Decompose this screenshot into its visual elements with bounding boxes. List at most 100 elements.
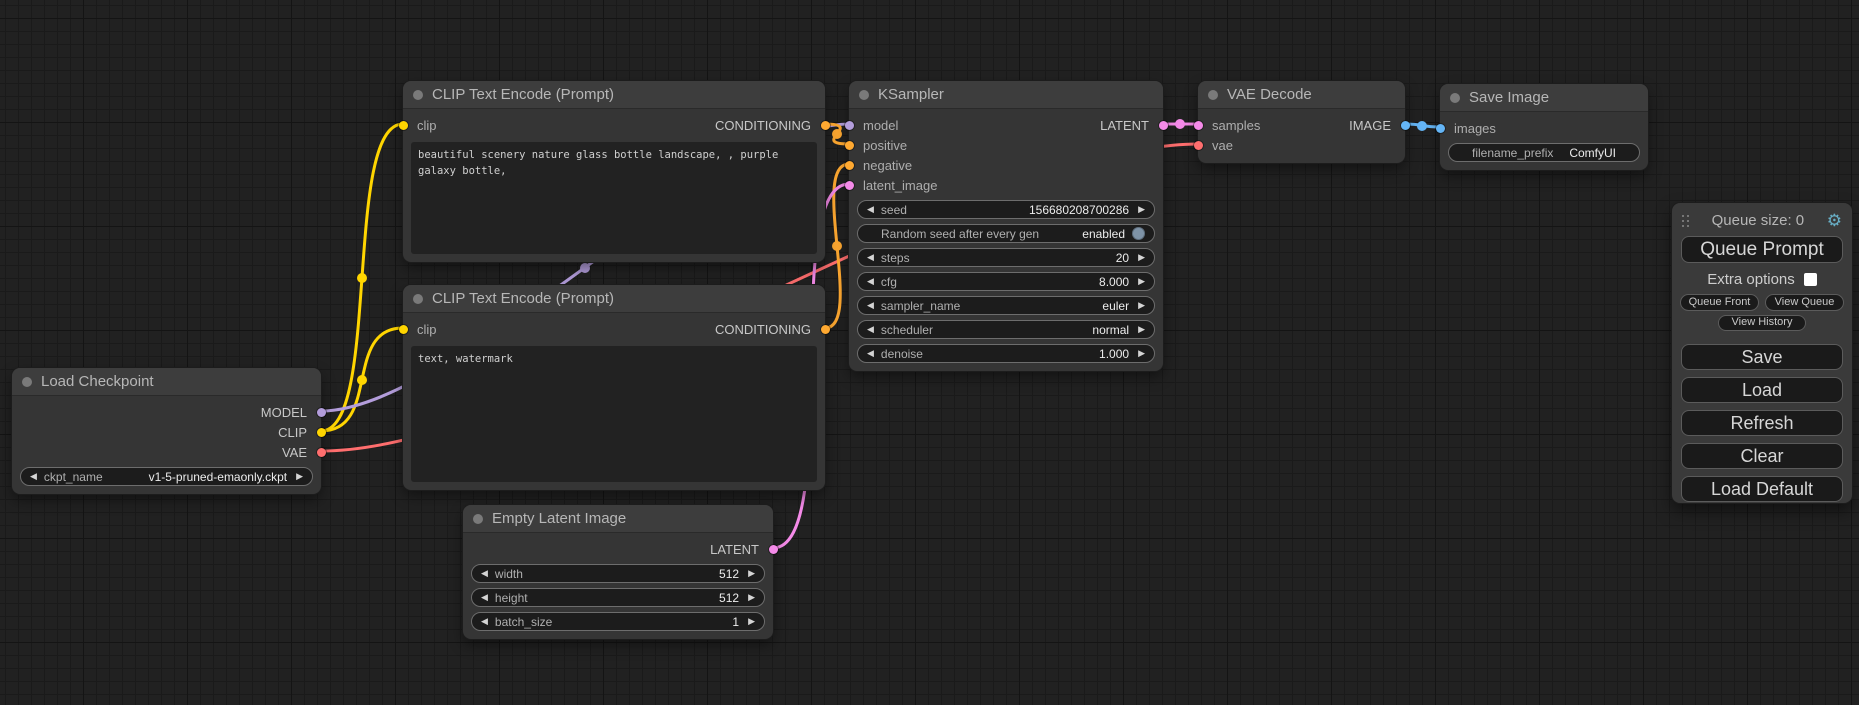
model-output-dot[interactable] xyxy=(317,408,326,417)
view-history-button[interactable]: View History xyxy=(1718,315,1806,331)
height-widget[interactable]: ◀ height 512 ▶ xyxy=(471,588,765,607)
latent-output-dot[interactable] xyxy=(1159,121,1168,130)
scheduler-widget[interactable]: ◀ scheduler normal ▶ xyxy=(857,320,1155,339)
node-title-bar[interactable]: Save Image xyxy=(1440,84,1648,112)
link-dot xyxy=(580,263,590,273)
slot-row-vae: vae xyxy=(1198,135,1405,155)
images-input-dot[interactable] xyxy=(1436,124,1445,133)
ckpt-name-widget[interactable]: ◀ ckpt_name v1-5-pruned-emaonly.ckpt ▶ xyxy=(20,467,313,486)
load-default-button[interactable]: Load Default xyxy=(1681,476,1843,502)
input-label: positive xyxy=(863,138,907,153)
node-title-bar[interactable]: CLIP Text Encode (Prompt) xyxy=(403,285,825,313)
collapse-dot-icon[interactable] xyxy=(859,90,869,100)
samples-input-dot[interactable] xyxy=(1194,121,1203,130)
collapse-dot-icon[interactable] xyxy=(413,90,423,100)
extra-options-row: Extra options xyxy=(1672,271,1852,288)
decrement-arrow-icon[interactable]: ◀ xyxy=(867,277,874,286)
conditioning-output-dot[interactable] xyxy=(821,121,830,130)
node-ksampler[interactable]: KSampler model LATENT positive negative … xyxy=(849,81,1163,371)
widget-value: 512 xyxy=(719,591,739,605)
widget-label: scheduler xyxy=(881,323,933,337)
positive-prompt-textarea[interactable]: beautiful scenery nature glass bottle la… xyxy=(411,142,817,254)
slot-row-images: images xyxy=(1440,118,1648,138)
refresh-button[interactable]: Refresh xyxy=(1681,410,1843,436)
node-empty-latent-image[interactable]: Empty Latent Image LATENT ◀ width 512 ▶ … xyxy=(463,505,773,639)
increment-arrow-icon[interactable]: ▶ xyxy=(1138,325,1145,334)
comfyui-canvas[interactable]: { "colors": { "model": "#B39DDB", "clip"… xyxy=(0,0,1859,705)
collapse-dot-icon[interactable] xyxy=(473,514,483,524)
increment-arrow-icon[interactable]: ▶ xyxy=(1138,277,1145,286)
input-label: images xyxy=(1454,121,1496,136)
image-output-dot[interactable] xyxy=(1401,121,1410,130)
wire-clip-to-negative-prompt xyxy=(321,328,403,431)
save-button[interactable]: Save xyxy=(1681,344,1843,370)
node-title-bar[interactable]: Empty Latent Image xyxy=(463,505,773,533)
denoise-widget[interactable]: ◀ denoise 1.000 ▶ xyxy=(857,344,1155,363)
decrement-arrow-icon[interactable]: ◀ xyxy=(867,349,874,358)
clip-input-dot[interactable] xyxy=(399,325,408,334)
node-title-bar[interactable]: VAE Decode xyxy=(1198,81,1405,109)
random-seed-widget[interactable]: Random seed after every gen enabled xyxy=(857,224,1155,243)
negative-prompt-textarea[interactable]: text, watermark xyxy=(411,346,817,482)
collapse-dot-icon[interactable] xyxy=(22,377,32,387)
latent-image-input-dot[interactable] xyxy=(845,181,854,190)
decrement-arrow-icon[interactable]: ◀ xyxy=(481,593,488,602)
queue-prompt-button[interactable]: Queue Prompt xyxy=(1681,236,1843,263)
node-title-bar[interactable]: Load Checkpoint xyxy=(12,368,321,396)
node-vae-decode[interactable]: VAE Decode samples IMAGE vae xyxy=(1198,81,1405,163)
node-title: Save Image xyxy=(1469,89,1549,106)
vae-output-dot[interactable] xyxy=(317,448,326,457)
increment-arrow-icon[interactable]: ▶ xyxy=(748,593,755,602)
collapse-dot-icon[interactable] xyxy=(1208,90,1218,100)
load-button[interactable]: Load xyxy=(1681,377,1843,403)
latent-output-dot[interactable] xyxy=(769,545,778,554)
node-title-bar[interactable]: KSampler xyxy=(849,81,1163,109)
node-load-checkpoint[interactable]: Load Checkpoint MODEL CLIP VAE ◀ ckpt_na… xyxy=(12,368,321,494)
node-clip-text-encode-positive[interactable]: CLIP Text Encode (Prompt) clip CONDITION… xyxy=(403,81,825,262)
gear-icon[interactable]: ⚙ xyxy=(1827,212,1842,229)
clip-input-dot[interactable] xyxy=(399,121,408,130)
decrement-arrow-icon[interactable]: ◀ xyxy=(481,617,488,626)
node-title-bar[interactable]: CLIP Text Encode (Prompt) xyxy=(403,81,825,109)
steps-widget[interactable]: ◀ steps 20 ▶ xyxy=(857,248,1155,267)
decrement-arrow-icon[interactable]: ◀ xyxy=(867,325,874,334)
increment-arrow-icon[interactable]: ▶ xyxy=(1138,301,1145,310)
model-input-dot[interactable] xyxy=(845,121,854,130)
cfg-widget[interactable]: ◀ cfg 8.000 ▶ xyxy=(857,272,1155,291)
increment-arrow-icon[interactable]: ▶ xyxy=(296,472,303,481)
filename-prefix-widget[interactable]: filename_prefix ComfyUI xyxy=(1448,143,1640,162)
clear-button[interactable]: Clear xyxy=(1681,443,1843,469)
widget-label: width xyxy=(495,567,523,581)
negative-input-dot[interactable] xyxy=(845,161,854,170)
node-clip-text-encode-negative[interactable]: CLIP Text Encode (Prompt) clip CONDITION… xyxy=(403,285,825,490)
decrement-arrow-icon[interactable]: ◀ xyxy=(867,253,874,262)
width-widget[interactable]: ◀ width 512 ▶ xyxy=(471,564,765,583)
collapse-dot-icon[interactable] xyxy=(413,294,423,304)
increment-arrow-icon[interactable]: ▶ xyxy=(748,617,755,626)
node-save-image[interactable]: Save Image images filename_prefix ComfyU… xyxy=(1440,84,1648,170)
decrement-arrow-icon[interactable]: ◀ xyxy=(30,472,37,481)
decrement-arrow-icon[interactable]: ◀ xyxy=(867,205,874,214)
clip-output-dot[interactable] xyxy=(317,428,326,437)
seed-widget[interactable]: ◀ seed 156680208700286 ▶ xyxy=(857,200,1155,219)
increment-arrow-icon[interactable]: ▶ xyxy=(1138,349,1145,358)
decrement-arrow-icon[interactable]: ◀ xyxy=(867,301,874,310)
vae-input-dot[interactable] xyxy=(1194,141,1203,150)
node-title: CLIP Text Encode (Prompt) xyxy=(432,86,614,103)
increment-arrow-icon[interactable]: ▶ xyxy=(1138,205,1145,214)
batch-size-widget[interactable]: ◀ batch_size 1 ▶ xyxy=(471,612,765,631)
widget-label: cfg xyxy=(881,275,897,289)
decrement-arrow-icon[interactable]: ◀ xyxy=(481,569,488,578)
extra-options-checkbox[interactable] xyxy=(1804,273,1817,286)
collapse-dot-icon[interactable] xyxy=(1450,93,1460,103)
queue-front-button[interactable]: Queue Front xyxy=(1680,294,1759,311)
toggle-circle-icon[interactable] xyxy=(1132,227,1145,240)
sampler-name-widget[interactable]: ◀ sampler_name euler ▶ xyxy=(857,296,1155,315)
conditioning-output-dot[interactable] xyxy=(821,325,830,334)
node-body: MODEL CLIP VAE ◀ ckpt_name v1-5-pruned-e… xyxy=(12,396,321,494)
view-queue-button[interactable]: View Queue xyxy=(1765,294,1844,311)
increment-arrow-icon[interactable]: ▶ xyxy=(1138,253,1145,262)
drag-handle-icon[interactable] xyxy=(1682,215,1689,227)
positive-input-dot[interactable] xyxy=(845,141,854,150)
increment-arrow-icon[interactable]: ▶ xyxy=(748,569,755,578)
